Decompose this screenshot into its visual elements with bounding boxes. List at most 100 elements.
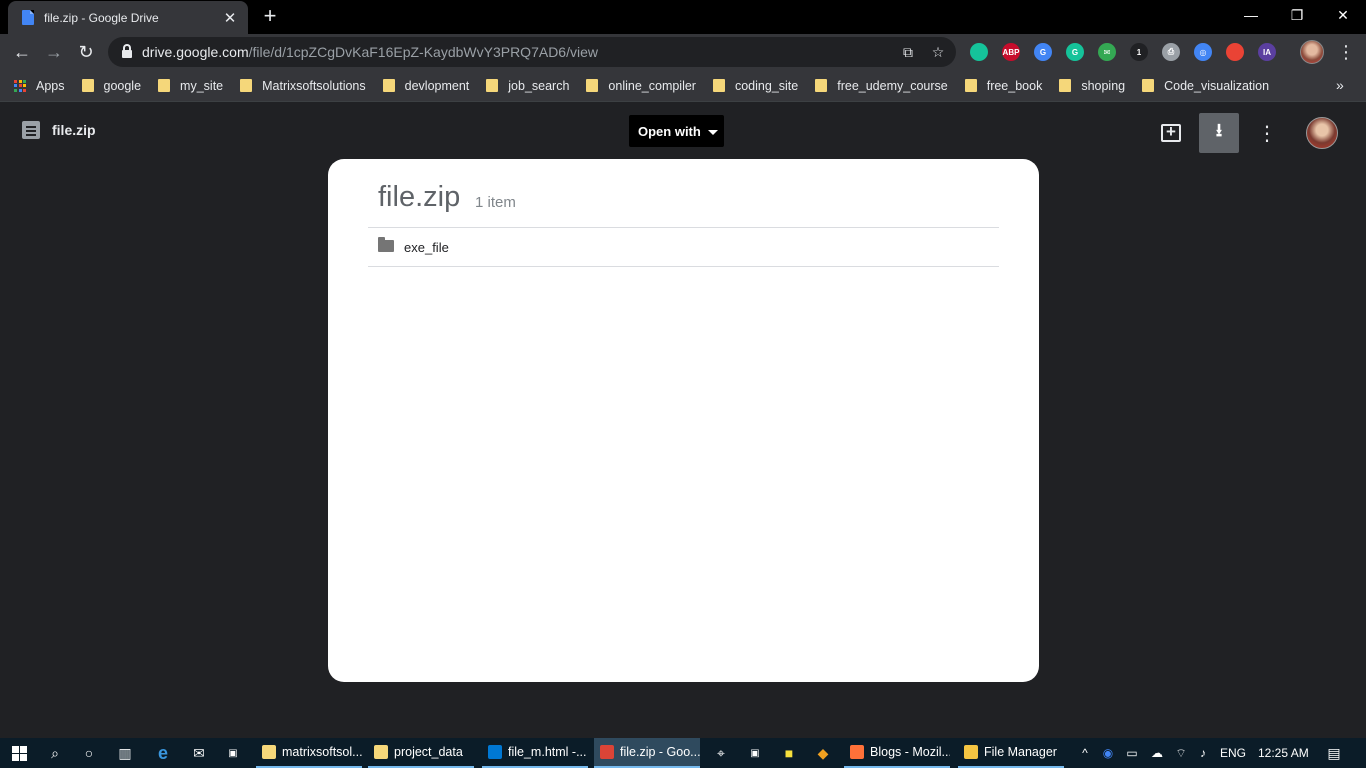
bookmark-star-icon[interactable]: ☆ [928,42,948,62]
chrome-tray-icon[interactable]: ◉ [1100,738,1116,768]
bookmark-folder-icon [81,79,94,92]
restore-button[interactable]: ❐ [1274,0,1320,30]
edge-icon[interactable]: e [146,738,180,768]
bookmarks-bar: Apps google my_site Matrixsoftsolutions devl… [0,70,1366,102]
adblock-plus-icon[interactable]: ABP [1002,43,1020,61]
address-bar[interactable]: drive.google.com/file/d/1cpZCgDvKaF16EpZ… [108,37,956,67]
taskbar-app-label: matrixsoftsol... [282,745,362,759]
mail-icon[interactable]: ✉ [182,738,216,768]
bookmark-folder-icon [158,79,171,92]
open-with-button[interactable]: Open with [629,115,724,147]
color-grid-icon[interactable] [1226,43,1244,61]
archive-title: file.zip [378,181,461,213]
bookmark-label: online_compiler [608,78,696,93]
bookmark-free-udemy-course[interactable]: free_udemy_course [815,79,948,93]
bookmark-label: shoping [1081,78,1126,93]
ia-extension-icon[interactable]: IA [1258,43,1276,61]
bookmarks-overflow-icon[interactable]: » [1336,77,1344,93]
taskbar-app[interactable]: Blogs - Mozil... [844,738,950,768]
cortana-icon[interactable]: ○ [72,738,106,768]
mail-checker-icon[interactable]: ✉ [1098,43,1116,61]
bookmark-matrixsoftsolutions[interactable]: Matrixsoftsolutions [240,79,366,93]
taskbar-app-icon [600,745,614,759]
bookmark-code-visualization[interactable]: Code_visualization [1142,79,1269,93]
window-close-button[interactable]: ✕ [1320,0,1366,30]
add-comment-button[interactable] [1151,113,1191,153]
taskbar-app[interactable]: matrixsoftsol... [256,738,362,768]
download-button[interactable]: ⭳ [1199,113,1239,153]
battery-icon[interactable]: ▭ [1124,738,1140,768]
taskbar-app[interactable]: File Manager [958,738,1064,768]
bookmark-label: devlopment [404,78,470,93]
browser-profile-avatar[interactable] [1300,40,1324,64]
taskbar-app[interactable]: file_m.html -... [482,738,588,768]
search-icon[interactable]: ⌕ [38,738,72,768]
new-tab-button[interactable]: + [258,4,282,28]
volume-icon[interactable]: ♪ [1194,738,1212,768]
windows-logo-icon [11,745,27,761]
browser-tab-active[interactable]: file.zip - Google Drive ✕ [8,1,248,34]
browser-titlebar: file.zip - Google Drive ✕ + — ❐ ✕ [0,0,1366,34]
bookmark-devlopment[interactable]: devlopment [382,78,470,93]
taskbar-app[interactable]: project_data [368,738,474,768]
bookmark-shoping[interactable]: shoping [1059,79,1125,93]
account-avatar[interactable] [1306,117,1338,149]
bookmark-label: Matrixsoftsolutions [262,78,366,93]
onedrive-icon[interactable]: ☁ [1148,738,1166,768]
bookmark-folder-icon [1142,79,1155,92]
bookmark-job-search[interactable]: job_search [486,79,569,93]
cube-extension-icon[interactable]: 1 [1130,43,1148,61]
printer-icon[interactable]: ⎙ [1162,43,1180,61]
minimize-button[interactable]: — [1228,0,1274,30]
maps-pin-icon[interactable]: ⌖ [704,738,738,768]
forward-button[interactable]: → [40,38,68,66]
sticky-notes-icon[interactable]: ■ [772,738,806,768]
tab-close-icon[interactable]: ✕ [222,9,238,27]
tab-title: file.zip - Google Drive [44,10,159,25]
taskbar-app-icon [850,745,864,759]
browser-toolbar: ← → ↻ drive.google.com/file/d/1cpZCgDvKa… [0,34,1366,70]
cmd-icon[interactable]: ▣ [738,738,772,768]
clock[interactable]: 12:25 AM [1258,738,1309,768]
archive-entry[interactable]: exe_file [368,228,999,266]
taskbar-app-label: Blogs - Mozil... [870,745,950,759]
language-indicator[interactable]: ENG [1220,738,1246,768]
bookmark-coding-site[interactable]: coding_site [712,79,798,93]
back-button[interactable]: ← [8,38,36,66]
taskbar-app-label: File Manager [984,745,1057,759]
open-external-icon[interactable]: ⧉ [898,42,918,62]
more-actions-button[interactable]: ⋮ [1247,113,1287,153]
bookmark-free-book[interactable]: free_book [964,79,1042,93]
archive-entry-name: exe_file [404,239,449,255]
git-icon[interactable]: ◆ [806,738,840,768]
bookmark-google[interactable]: google [81,79,141,93]
taskbar-app[interactable]: file.zip - Goo... [594,738,700,768]
taskbar-app-icon [262,745,276,759]
bookmark-online-compiler[interactable]: online_compiler [586,79,696,93]
taskbar-app-label: project_data [394,745,463,759]
start-button[interactable] [2,738,36,768]
grammarly-g-icon[interactable]: G [1066,43,1084,61]
reload-button[interactable]: ↻ [72,38,100,66]
bookmark-my-site[interactable]: my_site [158,79,223,93]
bookmark-apps[interactable]: Apps [14,79,65,93]
url-path: /file/d/1cpZCgDvKaF16EpZ-KaydbWvY3PRQ7AD… [248,44,598,60]
taskbar-app-label: file.zip - Goo... [620,745,700,759]
terminal-icon[interactable]: ▣ [216,738,250,768]
compass-icon[interactable]: ◎ [1194,43,1212,61]
bookmark-folder-icon [382,79,395,92]
download-icon: ⭳ [1215,120,1223,140]
bookmark-label: my_site [180,78,224,93]
wifi-icon[interactable]: ⌔ [1172,738,1190,768]
browser-menu-icon[interactable]: ⋮ [1336,40,1356,64]
bookmark-folder-icon [586,79,599,92]
taskbar-app-icon [964,745,978,759]
lock-icon[interactable] [122,44,132,58]
task-view-icon[interactable]: ▥ [108,738,142,768]
action-center-icon[interactable]: ▤ [1324,738,1344,768]
google-translate-icon[interactable]: G [1034,43,1052,61]
archive-item-count: 1 item [475,194,516,211]
url-host: drive.google.com [142,44,249,60]
tray-overflow-icon[interactable]: ^ [1076,738,1094,768]
grammarly-extension-icon[interactable] [970,43,988,61]
